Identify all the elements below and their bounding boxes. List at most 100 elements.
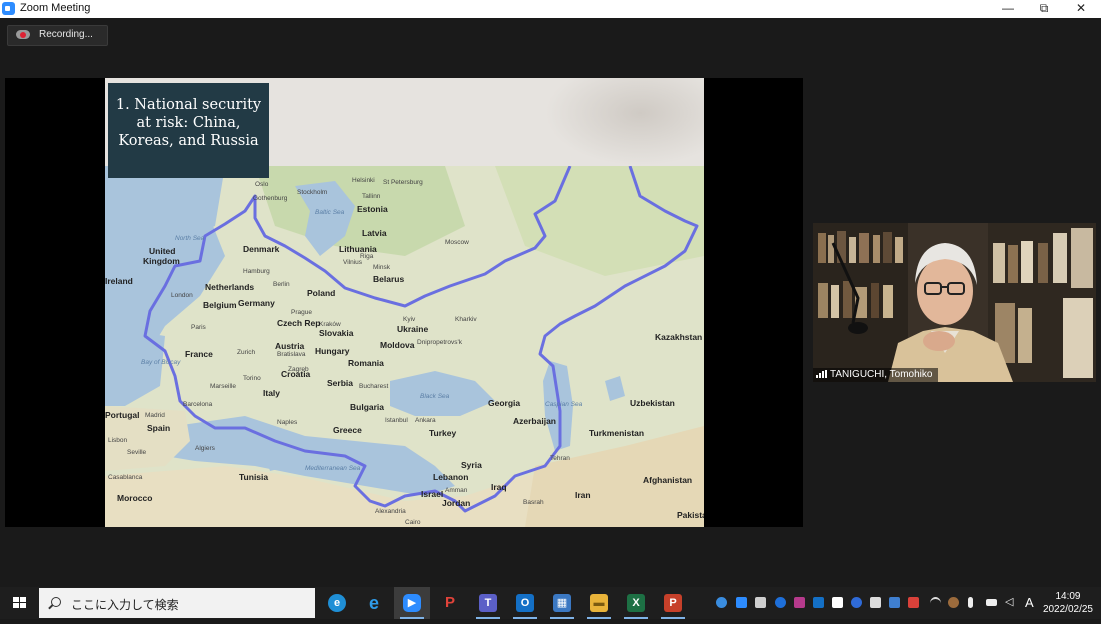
map-label-naples: Naples [277, 419, 298, 426]
taskbar-app-powerpoint[interactable]: P [655, 587, 691, 619]
map-label-latvia: Latvia [362, 228, 387, 238]
excel-icon: X [627, 594, 645, 612]
recording-indicator[interactable]: Recording... [7, 25, 108, 46]
taskbar-app-file-explorer[interactable]: ▬ [581, 587, 617, 619]
battery-icon[interactable] [986, 599, 997, 606]
tray-mail-icon[interactable] [755, 597, 766, 608]
map-label-iran: Iran [575, 490, 591, 500]
taskbar-search-box[interactable]: ここに入力して検索 [39, 588, 315, 618]
edge-icon: e [328, 594, 346, 612]
map-label-black-sea: Black Sea [420, 393, 450, 400]
map-label-tehran: Tehran [550, 455, 570, 462]
map-label-morocco: Morocco [117, 493, 152, 503]
map-label-seville: Seville [127, 449, 147, 456]
map-label-kharkiv: Kharkiv [455, 316, 477, 323]
tray-google-icon[interactable] [851, 597, 862, 608]
participant-video-tile[interactable]: TANIGUCHI, Tomohiko [813, 223, 1096, 382]
taskbar-app-window[interactable]: ▦ [544, 587, 580, 619]
map-label-ireland: Ireland [105, 276, 133, 286]
tray-onedrive-icon[interactable] [716, 597, 727, 608]
search-placeholder: ここに入力して検索 [71, 598, 179, 612]
map-label-israel: Israel [421, 489, 443, 499]
map-label-bulgaria: Bulgaria [350, 402, 384, 412]
taskbar-clock[interactable]: 14:09 2022/02/25 [1043, 590, 1093, 616]
window-icon: ▦ [553, 594, 571, 612]
restore-button[interactable]: ⧉ [1026, 0, 1062, 18]
taskbar-app-excel[interactable]: X [618, 587, 654, 619]
map-label-madrid: Madrid [145, 412, 165, 419]
map-label-belarus: Belarus [373, 274, 404, 284]
recording-label: Recording... [39, 29, 93, 40]
slide-title: 1. National security at risk: China, Kor… [108, 83, 269, 178]
tray-zoom-icon[interactable] [736, 597, 747, 608]
map-label-ankara: Ankara [415, 417, 436, 424]
map-label-pakistan: Pakistan [677, 510, 704, 520]
map-label-lebanon: Lebanon [433, 472, 468, 482]
taskbar-app-internet-explorer[interactable]: e [356, 587, 392, 619]
map-label-bratislava: Bratislava [277, 351, 306, 358]
tray-app-icon[interactable] [832, 597, 843, 608]
tray-shield-icon[interactable] [870, 597, 881, 608]
map-label-france: France [185, 349, 213, 359]
map-label-kyiv: Kyiv [403, 316, 416, 323]
wifi-icon[interactable] [930, 597, 941, 610]
file-explorer-icon: ▬ [590, 594, 608, 612]
signal-strength-icon [816, 370, 827, 378]
taskbar-app-outlook[interactable]: O [507, 587, 543, 619]
taskbar-app-teams[interactable]: T [470, 587, 506, 619]
map-label-cairo: Cairo [405, 519, 421, 526]
map-label-riga: Riga [360, 253, 374, 260]
map-label-bucharest: Bucharest [359, 383, 388, 390]
map-label-uzbekistan: Uzbekistan [630, 398, 675, 408]
presentation-slide: Oslo Stockholm Helsinki St Petersburg Ta… [105, 78, 704, 527]
map-label-basrah: Basrah [523, 499, 544, 506]
map-label-estonia: Estonia [357, 204, 388, 214]
map-label-hamburg: Hamburg [243, 268, 270, 275]
close-button[interactable]: ✕ [1063, 0, 1099, 18]
map-label-baltic-sea: Baltic Sea [315, 209, 345, 216]
minimize-button[interactable]: — [990, 0, 1026, 18]
map-label-tunisia: Tunisia [239, 472, 268, 482]
volume-icon[interactable]: ◁ [1005, 597, 1016, 608]
tray-app-icon[interactable] [908, 597, 919, 608]
zoom-app-icon [2, 2, 15, 15]
slide-decoration [545, 78, 704, 166]
search-icon [51, 597, 61, 607]
map-label-dnipropetrovsk: Dnipropetrovs'k [417, 339, 463, 346]
shared-screen[interactable]: Oslo Stockholm Helsinki St Petersburg Ta… [5, 78, 803, 527]
window-titlebar: Zoom Meeting — ⧉ ✕ [0, 0, 1101, 18]
windows-taskbar: ここに入力して検索 e e ▶ P T O ▦ ▬ X P ◁ A 14:09 … [0, 587, 1101, 619]
taskbar-app-edge[interactable]: e [319, 587, 355, 619]
cloud-record-icon [16, 30, 30, 39]
map-label-syria: Syria [461, 460, 482, 470]
map-label-alexandria: Alexandria [375, 508, 406, 515]
map-label-slovakia: Slovakia [319, 328, 354, 338]
map-label-poland: Poland [307, 288, 335, 298]
map-label-united-kingdom: United [149, 246, 175, 256]
map-label-italy: Italy [263, 388, 280, 398]
ime-indicator[interactable]: A [1025, 595, 1034, 610]
windows-logo-icon [13, 597, 26, 608]
tray-outlook-icon[interactable] [813, 597, 824, 608]
map-label-austria: Austria [275, 341, 305, 351]
tray-app-icon[interactable] [794, 597, 805, 608]
participant-name-label: TANIGUCHI, Tomohiko [813, 368, 939, 382]
map-label-casablanca: Casablanca [108, 474, 143, 481]
tray-bluetooth-icon[interactable] [775, 597, 786, 608]
map-label-marseille: Marseille [210, 383, 236, 390]
zoom-icon: ▶ [403, 594, 421, 612]
taskbar-app-zoom[interactable]: ▶ [394, 587, 430, 619]
start-button[interactable] [0, 587, 38, 619]
map-label-denmark: Denmark [243, 244, 280, 254]
tray-app-icon[interactable] [948, 597, 959, 608]
internet-explorer-icon: e [368, 593, 379, 613]
tray-app-icon[interactable] [889, 597, 900, 608]
map-label-hungary: Hungary [315, 346, 350, 356]
map-label-afghanistan: Afghanistan [643, 475, 692, 485]
map-label-gothenburg: Gothenburg [253, 195, 288, 202]
taskbar-app-red[interactable]: P [432, 587, 468, 619]
microphone-icon[interactable] [968, 597, 973, 608]
map-label-prague: Prague [291, 309, 312, 316]
window-title: Zoom Meeting [20, 2, 91, 14]
map-label-tallinn: Tallinn [362, 193, 381, 200]
